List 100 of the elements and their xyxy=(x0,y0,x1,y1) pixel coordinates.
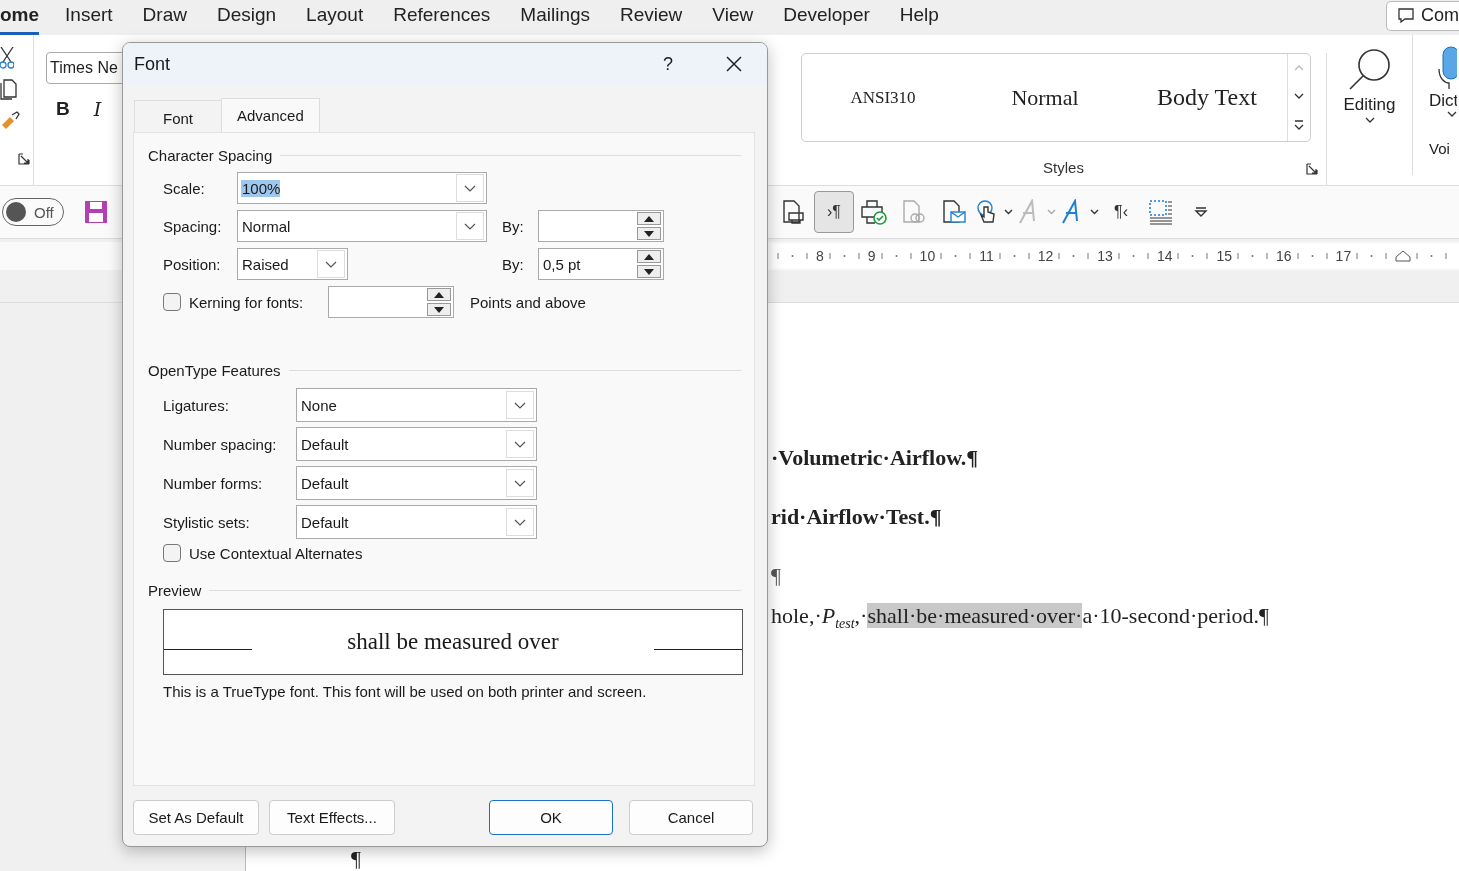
field-label: Scale: xyxy=(163,179,206,197)
caret-icon xyxy=(1004,209,1013,215)
spin-up-button[interactable] xyxy=(637,212,661,225)
spin-down-button[interactable] xyxy=(637,265,661,278)
spin-field[interactable]: 0,5 pt xyxy=(538,248,664,280)
style-item[interactable]: ANSI310 xyxy=(802,87,964,108)
style-item[interactable]: Body Text xyxy=(1126,84,1288,111)
dialog-button[interactable]: Set As Default xyxy=(133,800,259,835)
ruler-number: 9 xyxy=(867,248,876,264)
dropdown-toggle[interactable] xyxy=(506,391,534,419)
section-heading: Preview xyxy=(148,582,202,599)
more-styles-icon[interactable] xyxy=(1294,120,1304,131)
dropdown[interactable]: Default xyxy=(296,505,537,539)
paragraph-mark: ¶ xyxy=(771,562,781,590)
ruler-number: 13 xyxy=(1097,248,1113,264)
ruler-number: 16 xyxy=(1276,248,1292,264)
spin-down-button[interactable] xyxy=(637,227,661,240)
spin-field[interactable] xyxy=(328,286,454,318)
dropdown-toggle[interactable] xyxy=(456,212,484,240)
ribbon-tab[interactable]: Developer xyxy=(783,0,870,35)
ribbon-tab[interactable]: Draw xyxy=(142,0,187,35)
ruler-number: 15 xyxy=(1216,248,1233,264)
chevron-down-icon xyxy=(464,184,476,192)
checkbox[interactable] xyxy=(163,544,181,562)
ribbon-tab[interactable]: Help xyxy=(899,0,939,35)
dropdown-toggle[interactable] xyxy=(506,430,534,458)
toolbar-button[interactable]: ¶‹ xyxy=(1101,191,1141,233)
ribbon-tab[interactable]: Layout xyxy=(306,0,364,35)
indent-marker-icon[interactable] xyxy=(1395,250,1412,262)
ruler-number: 11 xyxy=(979,248,994,264)
editing-button[interactable]: Editing xyxy=(1327,35,1413,175)
chevron-down-icon xyxy=(325,260,337,268)
heading-text: rid·Airflow·Test.¶ xyxy=(771,503,942,531)
triangle-down-icon xyxy=(644,230,654,237)
ribbon-tab[interactable]: Mailings xyxy=(520,0,591,35)
dialog-launcher-icon[interactable] xyxy=(1306,163,1318,175)
customize-icon xyxy=(1194,206,1208,218)
ribbon-tab[interactable]: References xyxy=(393,0,491,35)
dropdown-toggle[interactable] xyxy=(506,508,534,536)
dialog-button[interactable]: OK xyxy=(489,800,613,835)
group-label: Voi xyxy=(1429,140,1451,157)
close-icon[interactable] xyxy=(725,55,743,73)
ribbon-tab[interactable]: Design xyxy=(216,0,277,35)
style-item[interactable]: Normal xyxy=(964,84,1126,111)
help-button[interactable]: ? xyxy=(663,53,673,75)
dropdown-toggle[interactable] xyxy=(506,469,534,497)
triangle-up-icon xyxy=(434,291,444,298)
group-label: Styles xyxy=(1043,159,1084,176)
field-label: By: xyxy=(502,217,525,235)
scale-dropdown[interactable]: 100% xyxy=(237,172,487,204)
ribbon-tab[interactable]: View xyxy=(712,0,754,35)
field-label: Ligatures: xyxy=(163,396,230,414)
ruler-number: 10 xyxy=(919,248,936,264)
field-label: Number spacing: xyxy=(163,435,278,453)
dropdown[interactable]: Default xyxy=(296,466,537,500)
checkbox-label: Use Contextual Alternates xyxy=(189,544,363,562)
position-dropdown[interactable]: Raised xyxy=(237,248,348,280)
triangle-down-icon xyxy=(434,306,444,313)
spin-field[interactable] xyxy=(538,210,664,242)
unit-label: Points and above xyxy=(470,293,586,311)
field-label: Spacing: xyxy=(163,217,223,235)
comments-button[interactable]: Com xyxy=(1386,0,1459,31)
document-mail-icon xyxy=(941,199,967,225)
spin-down-button[interactable] xyxy=(427,303,451,316)
section-heading: OpenType Features xyxy=(148,362,281,379)
dropdown-toggle[interactable] xyxy=(456,174,484,202)
dropdown-toggle[interactable] xyxy=(317,250,345,278)
field-label: Stylistic sets: xyxy=(163,513,251,531)
ribbon-tab[interactable]: Review xyxy=(620,0,683,35)
caret-icon xyxy=(1090,209,1099,215)
scroll-down-icon[interactable] xyxy=(1294,92,1304,100)
caret-icon xyxy=(1447,111,1457,118)
chevron-down-icon xyxy=(464,222,476,230)
triangle-down-icon xyxy=(644,268,654,275)
spin-up-button[interactable] xyxy=(427,288,451,301)
checkbox[interactable] xyxy=(163,293,181,311)
bold-button[interactable]: B xyxy=(56,98,70,120)
spacing-dropdown[interactable]: Normal xyxy=(237,210,487,242)
font-note: This is a TrueType font. This font will be used on both printer and screen. xyxy=(163,683,648,700)
section-heading: Character Spacing xyxy=(148,147,273,164)
printer-check-icon xyxy=(860,199,888,225)
dialog-button[interactable]: Text Effects... xyxy=(269,800,395,835)
dropdown[interactable]: None xyxy=(296,388,537,422)
comment-icon xyxy=(1397,6,1415,25)
spin-up-button[interactable] xyxy=(637,250,661,263)
toolbar-button[interactable]: ›¶ xyxy=(814,191,854,233)
dialog-tab[interactable]: Advanced xyxy=(221,98,320,132)
ribbon-tab[interactable]: Insert xyxy=(65,0,113,35)
dropdown[interactable]: Default xyxy=(296,427,537,461)
scissors-icon[interactable] xyxy=(0,47,14,69)
copy-icon[interactable] xyxy=(0,79,18,101)
dialog-button[interactable]: Cancel xyxy=(629,800,753,835)
triangle-up-icon xyxy=(644,215,654,222)
body-text: hole,·P$_{test}$,·shall·be·measured·over·a·10-second·period.¶ xyxy=(771,602,1269,634)
ruler-number: 8 xyxy=(816,248,824,264)
italic-button[interactable]: I xyxy=(93,98,102,120)
checkbox-label: Kerning for fonts: xyxy=(189,293,305,311)
ruler-number: 17 xyxy=(1335,248,1352,264)
save-icon[interactable] xyxy=(84,200,108,224)
dialog-launcher-icon[interactable] xyxy=(18,153,30,165)
